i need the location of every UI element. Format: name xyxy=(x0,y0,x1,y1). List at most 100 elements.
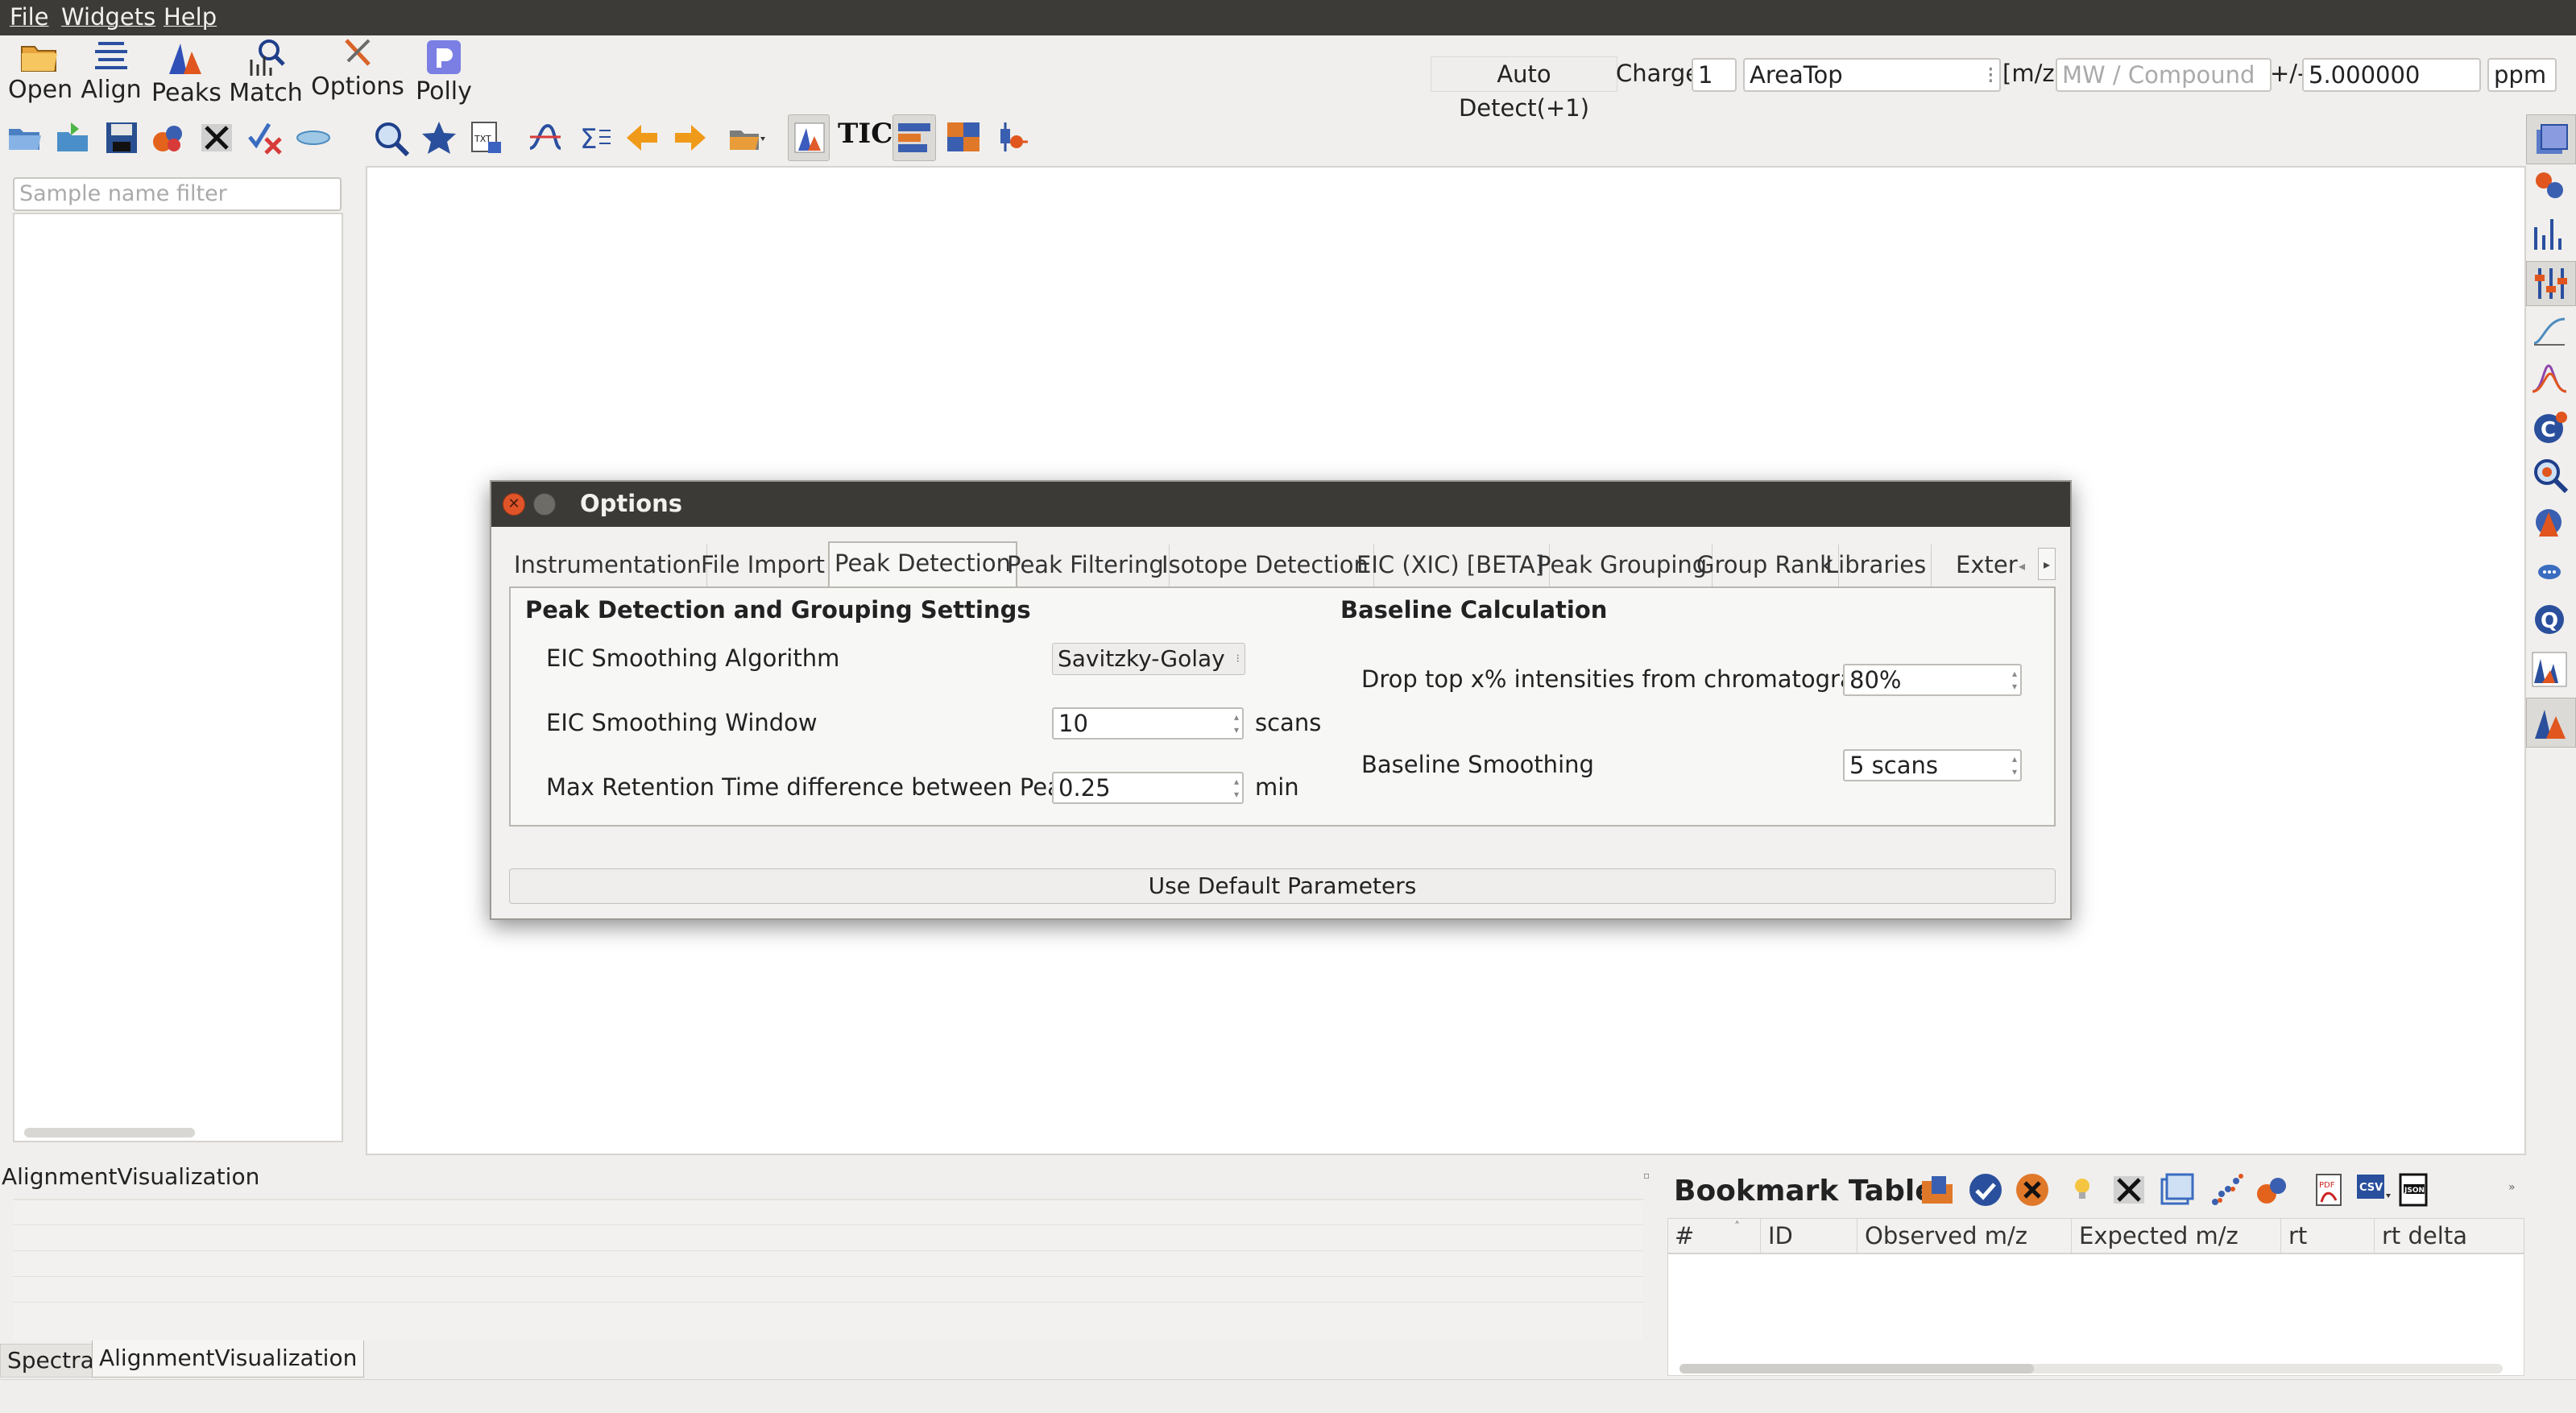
menu-help[interactable]: Help xyxy=(164,3,217,31)
search-fragments-icon[interactable] xyxy=(2531,456,2568,493)
sigma-icon[interactable]: Σ xyxy=(575,119,612,156)
good-check-icon[interactable] xyxy=(1967,1171,2004,1208)
overlay-peaks-icon[interactable] xyxy=(2531,359,2568,396)
csv-export-icon[interactable]: CSV xyxy=(2354,1171,2391,1208)
sample-list[interactable] xyxy=(13,213,343,1142)
ligands-icon[interactable] xyxy=(2531,168,2568,205)
scatter-icon[interactable] xyxy=(2209,1171,2246,1208)
samples-dock-toggle[interactable] xyxy=(2526,114,2576,164)
maximize-icon[interactable] xyxy=(533,493,556,516)
menu-widgets[interactable]: Widgets xyxy=(61,3,155,31)
tab-peak-grouping[interactable]: Peak Grouping xyxy=(1532,545,1713,586)
check-uncheck-icon[interactable] xyxy=(246,119,284,156)
compare-peaks-icon[interactable] xyxy=(2531,651,2568,688)
smoothing-window-spinbox[interactable]: 10 ▴ ▾ xyxy=(1052,707,1244,740)
match-button[interactable]: Match xyxy=(229,39,303,107)
tab-peak-detection[interactable]: Peak Detection xyxy=(828,541,1017,586)
delete-row-icon[interactable] xyxy=(2110,1171,2147,1208)
auto-detect-button[interactable]: Auto Detect(+1) xyxy=(1431,56,1617,122)
sample-filter-input[interactable]: Sample name filter xyxy=(13,177,342,211)
overflow-menu-icon[interactable]: » xyxy=(2508,1181,2516,1194)
align-button[interactable]: Align xyxy=(79,39,143,104)
tab-scroll-right-icon[interactable]: ▸ xyxy=(2038,548,2056,580)
open-button[interactable]: Open xyxy=(8,39,72,104)
pdf-export-icon[interactable]: PDF xyxy=(2312,1171,2349,1208)
tab-instrumentation[interactable]: Instrumentation xyxy=(509,545,707,586)
tolerance-unit-select[interactable]: ppm xyxy=(2487,58,2557,92)
reload-folder-icon[interactable] xyxy=(55,119,92,156)
col-rt[interactable]: rt xyxy=(2288,1222,2307,1249)
curve-icon[interactable] xyxy=(2531,311,2568,348)
isotopes-icon[interactable]: C xyxy=(2531,409,2568,446)
spin-arrows-icon[interactable]: ▴ ▾ xyxy=(1234,775,1239,801)
tab-peak-filtering[interactable]: Peak Filtering xyxy=(1002,545,1170,586)
charge-spinbox[interactable]: 1 xyxy=(1692,58,1737,92)
spin-arrows-icon[interactable]: ▴ ▾ xyxy=(2012,752,2017,778)
drop-top-spinbox[interactable]: 80% ▴ ▾ xyxy=(1843,664,2022,696)
gallery-icon[interactable] xyxy=(2531,504,2568,541)
quantitation-icon[interactable]: Q xyxy=(2531,601,2568,638)
eic-toggle-button[interactable] xyxy=(788,114,830,161)
options-button[interactable]: Options xyxy=(311,35,404,101)
json-export-icon[interactable]: JSON xyxy=(2396,1171,2433,1208)
sample-strip-icon[interactable] xyxy=(295,119,332,156)
bookmark-table-body[interactable] xyxy=(1667,1253,2524,1376)
alignment-visualization-area[interactable] xyxy=(13,1199,1643,1340)
spin-arrows-icon[interactable]: ▴ ▾ xyxy=(2012,667,2017,693)
tab-scroll-left-icon[interactable]: ◂ xyxy=(2019,553,2036,580)
folder-icon[interactable] xyxy=(1920,1171,1957,1208)
mass-spectra-icon[interactable] xyxy=(2531,214,2568,251)
compound-search-input[interactable]: MW / Compound xyxy=(2056,58,2272,92)
horizontal-scrollbar[interactable] xyxy=(1679,1364,2503,1374)
color-palette-icon[interactable] xyxy=(150,119,187,156)
zoom-icon[interactable] xyxy=(372,119,409,156)
panel-close-icon[interactable]: ▫ xyxy=(1643,1170,1655,1181)
tab-group-rank[interactable]: Group Rank xyxy=(1692,545,1839,586)
close-icon[interactable]: ✕ xyxy=(503,493,525,516)
bottom-tab-spectra[interactable]: Spectra xyxy=(0,1344,101,1378)
open-folder-icon[interactable] xyxy=(6,119,43,156)
bad-cross-icon[interactable] xyxy=(2014,1171,2051,1208)
palette-icon[interactable] xyxy=(2254,1171,2291,1208)
tab-isotope-detection[interactable]: Isotope Detection xyxy=(1157,545,1374,586)
col-expected-mz[interactable]: Expected m/z xyxy=(2079,1222,2238,1249)
baseline-smoothing-spinbox[interactable]: 5 scans ▴ ▾ xyxy=(1843,749,2022,781)
tic-button[interactable]: TIC xyxy=(838,118,892,150)
scrollbar-thumb[interactable] xyxy=(1679,1364,2034,1374)
save-icon[interactable] xyxy=(103,119,140,156)
chat-icon[interactable] xyxy=(2531,554,2568,591)
heatmap-icon[interactable] xyxy=(946,119,983,156)
star-bookmark-icon[interactable] xyxy=(420,119,458,156)
peak-table-dock-toggle[interactable] xyxy=(2526,698,2576,748)
lightbulb-icon[interactable] xyxy=(2064,1171,2101,1208)
smoothing-algorithm-select[interactable]: Savitzky-Golay ⁝ xyxy=(1052,643,1245,675)
polly-button[interactable]: Polly xyxy=(409,39,478,106)
delete-samples-icon[interactable] xyxy=(198,119,235,156)
quant-type-select[interactable]: AreaTop ⁝ xyxy=(1743,58,2001,92)
export-txt-icon[interactable]: TXT xyxy=(467,119,504,156)
col-observed-mz[interactable]: Observed m/z xyxy=(1865,1222,2027,1249)
col-id[interactable]: ID xyxy=(1768,1222,1793,1249)
col-rt-delta[interactable]: rt delta xyxy=(2382,1222,2467,1249)
folder-dropdown-icon[interactable] xyxy=(728,119,765,156)
tab-external[interactable]: Exter xyxy=(1951,545,2025,586)
bottom-tab-alignment[interactable]: AlignmentVisualization xyxy=(92,1340,365,1378)
bars-toggle-button[interactable] xyxy=(892,114,936,161)
tab-file-import[interactable]: File Import xyxy=(696,545,830,586)
tab-libraries[interactable]: Libraries xyxy=(1820,545,1932,586)
spline-icon[interactable] xyxy=(527,119,564,156)
horizontal-scrollbar[interactable] xyxy=(24,1128,195,1137)
menu-file[interactable]: File xyxy=(10,3,49,31)
arrow-left-icon[interactable] xyxy=(623,119,661,156)
adjust-dock-toggle[interactable] xyxy=(2526,261,2576,306)
tolerance-input[interactable]: 5.000000 xyxy=(2302,58,2481,92)
boxplot-icon[interactable] xyxy=(994,119,1031,156)
peaks-button[interactable]: Peaks xyxy=(151,39,222,107)
max-rt-spinbox[interactable]: 0.25 ▴ ▾ xyxy=(1052,772,1244,804)
col-index[interactable]: # xyxy=(1675,1222,1694,1249)
use-default-parameters-button[interactable]: Use Default Parameters xyxy=(509,868,2056,904)
arrow-right-icon[interactable] xyxy=(672,119,709,156)
clusters-icon[interactable] xyxy=(2159,1171,2196,1208)
spin-arrows-icon[interactable]: ▴ ▾ xyxy=(1234,711,1239,736)
tab-eic-xic[interactable]: EIC (XIC) [BETA] xyxy=(1352,545,1551,586)
